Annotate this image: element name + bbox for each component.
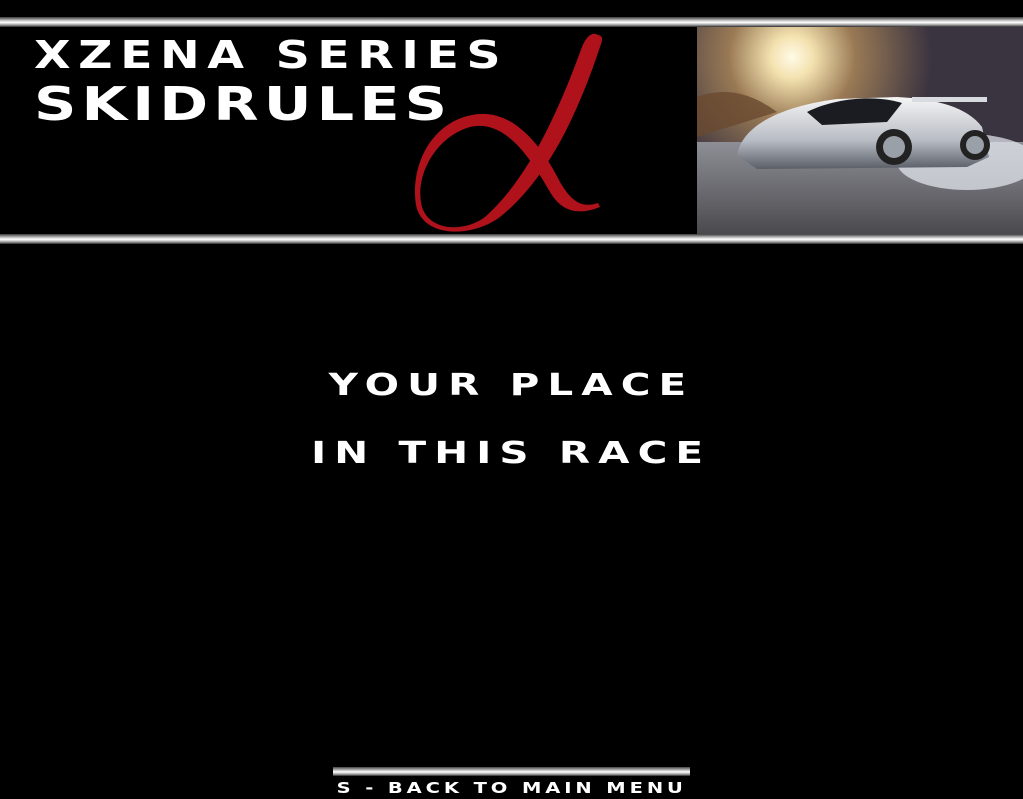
alpha-glyph-shape [414,33,603,232]
back-to-main-menu-label: S - BACK TO MAIN MENU [336,779,687,797]
game-header: XZENA SERIES SKIDRULES [0,27,1023,234]
game-title: SKIDRULES [34,77,453,131]
alpha-logo [414,33,603,232]
race-place-subheading-text: IN THIS RACE [311,436,712,471]
footer-menu-divider [333,767,690,776]
back-to-main-menu-button[interactable]: S - BACK TO MAIN MENU [333,779,690,799]
car-wing [912,97,987,102]
race-place-subheading: IN THIS RACE [0,436,1023,471]
race-car-image [697,27,1023,234]
header-top-divider [0,17,1023,27]
header-bottom-divider [0,234,1023,244]
race-place-heading-text: YOUR PLACE [328,368,695,403]
front-rim [883,136,905,158]
rear-rim [966,136,984,154]
race-place-heading: YOUR PLACE [0,368,1023,403]
